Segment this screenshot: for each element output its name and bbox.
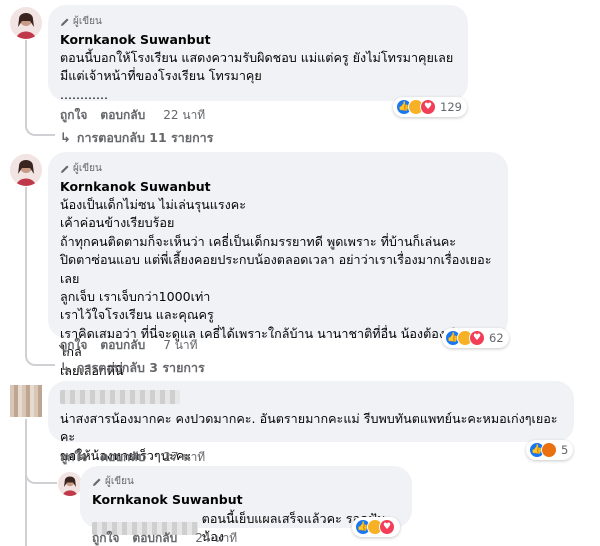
reaction-count: 5 <box>561 443 569 457</box>
reaction-summary[interactable]: 👍 ♥ 62 <box>442 328 509 348</box>
author-badge: ผู้เขียน <box>73 163 102 174</box>
author-name[interactable]: Kornkanok Suwanbut <box>60 32 456 47</box>
view-replies-link[interactable]: ↳ การตอบกลับ 3 รายการ <box>60 358 205 378</box>
timestamp[interactable]: 22 นาที <box>163 106 205 125</box>
timestamp[interactable]: 7 นาที <box>163 336 197 355</box>
thread-connector <box>25 419 27 546</box>
author-avatar[interactable] <box>58 472 82 496</box>
like-button[interactable]: ถูกใจ <box>60 448 87 467</box>
timestamp[interactable]: 24 นาที <box>195 529 237 546</box>
pencil-icon <box>93 478 101 486</box>
comment-actions: ถูกใจ ตอบกลับ 7 นาที <box>60 336 198 355</box>
reply-actions: ถูกใจ ตอบกลับ 24 นาที <box>92 529 237 546</box>
reaction-count: 129 <box>440 100 462 114</box>
comment-bubble: ผู้เขียน Kornkanok Suwanbut น้องเป็นเด็ก… <box>48 152 508 378</box>
like-button[interactable]: ถูกใจ <box>60 336 87 355</box>
reaction-summary[interactable]: 👍 ♥ <box>352 517 400 537</box>
author-avatar[interactable] <box>10 154 42 186</box>
author-name[interactable]: Kornkanok Suwanbut <box>92 492 400 507</box>
like-button[interactable]: ถูกใจ <box>92 529 119 546</box>
love-reaction-icon: ♥ <box>379 519 395 535</box>
comment-actions: ถูกใจ ตอบกลับ 27 นาที <box>60 448 205 467</box>
author-name[interactable]: Kornkanok Suwanbut <box>60 179 496 194</box>
commenter-avatar[interactable] <box>10 385 42 417</box>
reply-button[interactable]: ตอบกลับ <box>132 529 177 546</box>
comment-text: ตอนนี้บอกให้โรงเรียน แสดงความรับผิดชอบ แ… <box>60 50 454 102</box>
view-replies-link[interactable]: ↳ การตอบกลับ 11 รายการ <box>60 128 213 148</box>
comment-actions: ถูกใจ ตอบกลับ 22 นาที <box>60 106 205 125</box>
pencil-icon <box>61 165 69 173</box>
like-button[interactable]: ถูกใจ <box>60 106 87 125</box>
author-badge: ผู้เขียน <box>105 476 134 487</box>
author-avatar[interactable] <box>10 7 42 39</box>
timestamp[interactable]: 27 นาที <box>163 448 205 467</box>
reply-button[interactable]: ตอบกลับ <box>100 106 145 125</box>
love-reaction-icon: ♥ <box>420 99 436 115</box>
thread-connector <box>25 187 55 366</box>
thread-connector <box>25 440 57 484</box>
author-badge: ผู้เขียน <box>73 16 102 27</box>
comment-bubble: ผู้เขียน Kornkanok Suwanbut ตอนนี้บอกให้… <box>48 5 468 102</box>
reply-arrow-icon: ↳ <box>60 130 71 146</box>
reply-arrow-icon: ↳ <box>60 360 71 376</box>
love-reaction-icon: ♥ <box>469 330 485 346</box>
reply-button[interactable]: ตอบกลับ <box>100 448 145 467</box>
reaction-count: 62 <box>489 331 504 345</box>
thread-connector <box>25 40 55 136</box>
reaction-summary[interactable]: 👍 ♥ 129 <box>393 97 467 117</box>
comment-bubble: น่าสงสารน้องมากคะ คงปวดมากคะ. อันตรายมาก… <box>48 381 574 463</box>
commenter-name[interactable] <box>60 390 180 404</box>
angry-reaction-icon <box>541 442 557 458</box>
reply-button[interactable]: ตอบกลับ <box>100 336 145 355</box>
pencil-icon <box>61 18 69 26</box>
reaction-summary[interactable]: 👍 5 <box>526 440 574 460</box>
